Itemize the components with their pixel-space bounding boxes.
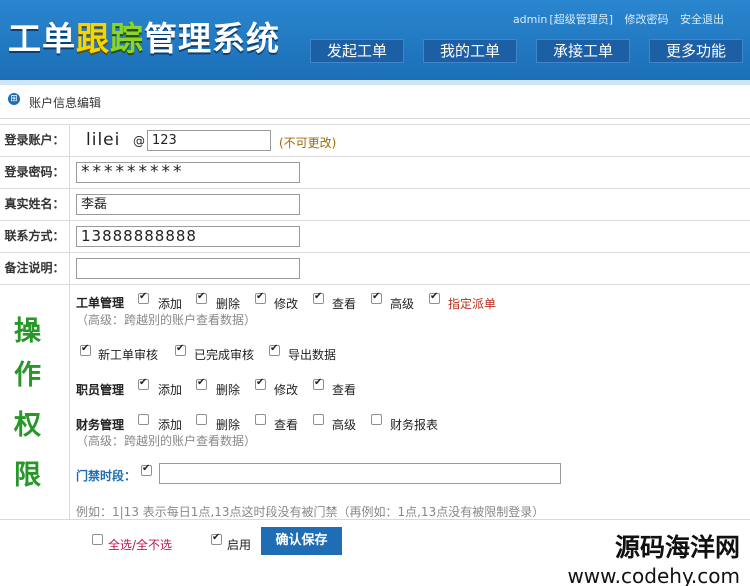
workorder-advanced-checkbox[interactable] xyxy=(371,291,382,304)
workorder-delete-label: 删除 xyxy=(216,297,241,311)
workorder-note: （高级：跨越别的账户查看数据） xyxy=(76,313,257,327)
finance-view-checkbox[interactable] xyxy=(255,414,266,425)
access-example: 例如：1|13 表示每日1点,13点这时段没有被门禁（再例如：1点,13点没有被… xyxy=(76,505,545,519)
workorder-edit-checkbox[interactable] xyxy=(255,291,266,304)
password-label: 登录密码： xyxy=(0,157,70,188)
access-title: 门禁时段： xyxy=(76,469,137,483)
logo-part: 管理系统 xyxy=(144,19,280,58)
account-prefix: lilei xyxy=(86,130,121,150)
staff-delete-label: 删除 xyxy=(216,383,241,397)
workorder-add-checkbox[interactable] xyxy=(138,291,149,304)
export-data-checkbox[interactable] xyxy=(269,343,280,356)
completed-review-label: 已完成审核 xyxy=(194,348,255,362)
workorder-advanced-label: 高级 xyxy=(390,297,415,311)
finance-title: 财务管理 xyxy=(76,418,125,432)
enable-checkbox[interactable] xyxy=(211,532,222,545)
workorder-add-label: 添加 xyxy=(158,297,183,311)
staff-view-label: 查看 xyxy=(332,383,357,397)
staff-edit-label: 修改 xyxy=(274,383,299,397)
workorder-view-label: 查看 xyxy=(332,297,357,311)
workorder-assign-label: 指定派单 xyxy=(448,297,497,311)
username: admin xyxy=(512,13,548,26)
realname-input[interactable]: 李磊 xyxy=(76,194,300,215)
row-account: 登录账户： lilei @ 123 (不可更改) xyxy=(0,124,750,156)
section-header: ⊞ 账户信息编辑 xyxy=(0,85,750,119)
nav-create-order[interactable]: 发起工单 xyxy=(310,39,404,63)
finance-view-label: 查看 xyxy=(274,418,299,432)
access-time-input[interactable] xyxy=(159,463,561,484)
finance-add-label: 添加 xyxy=(158,418,183,432)
nav-more[interactable]: 更多功能 xyxy=(649,39,743,63)
finance-report-checkbox[interactable] xyxy=(371,414,382,425)
workorder-edit-label: 修改 xyxy=(274,297,299,311)
user-role: [超级管理员] xyxy=(549,13,613,26)
row-remark: 备注说明： xyxy=(0,252,750,284)
section-title: 账户信息编辑 xyxy=(29,96,102,110)
logout-link[interactable]: 安全退出 xyxy=(680,13,724,26)
realname-label: 真实姓名： xyxy=(0,189,70,220)
permissions-label-char: 操 xyxy=(14,316,41,347)
permissions-label: 操 作 权 限 xyxy=(0,285,70,519)
workorder-title: 工单管理 xyxy=(76,296,125,310)
enable-label: 启用 xyxy=(227,538,252,552)
select-all-checkbox[interactable] xyxy=(92,534,103,545)
watermark-line1: 源码海洋网 xyxy=(614,533,740,562)
app-logo: 工单跟踪管理系统 xyxy=(8,16,280,62)
export-data-label: 导出数据 xyxy=(288,348,337,362)
staff-edit-checkbox[interactable] xyxy=(255,377,266,390)
logo-part: 跟 xyxy=(76,19,110,58)
user-info: admin [超级管理员] 修改密码 安全退出 xyxy=(505,11,724,27)
row-realname: 真实姓名： 李磊 xyxy=(0,188,750,220)
workorder-assign-checkbox[interactable] xyxy=(429,291,440,304)
staff-title: 职员管理 xyxy=(76,383,125,397)
staff-view-checkbox[interactable] xyxy=(313,377,324,390)
contact-input[interactable]: 13888888888 xyxy=(76,226,300,247)
finance-advanced-checkbox[interactable] xyxy=(313,414,324,425)
staff-add-checkbox[interactable] xyxy=(138,377,149,390)
workorder-delete-checkbox[interactable] xyxy=(196,291,207,304)
logo-part: 工单 xyxy=(8,19,76,58)
permissions-label-char: 限 xyxy=(14,460,41,491)
staff-delete-checkbox[interactable] xyxy=(196,377,207,390)
new-order-review-checkbox[interactable] xyxy=(80,343,91,356)
account-input[interactable]: 123 xyxy=(147,130,271,151)
at-sign: @ xyxy=(133,134,145,148)
permissions-label-char: 权 xyxy=(14,410,41,441)
grid-icon: ⊞ xyxy=(8,93,20,105)
access-checkbox[interactable] xyxy=(141,463,152,476)
change-password-link[interactable]: 修改密码 xyxy=(625,13,669,26)
finance-delete-label: 删除 xyxy=(216,418,241,432)
finance-advanced-label: 高级 xyxy=(332,418,357,432)
remark-label: 备注说明： xyxy=(0,253,70,284)
finance-note: （高级：跨越别的账户查看数据） xyxy=(76,434,257,448)
header: 工单跟踪管理系统 admin [超级管理员] 修改密码 安全退出 发起工单 我的工… xyxy=(0,0,750,80)
row-password: 登录密码： ********* xyxy=(0,156,750,188)
staff-add-label: 添加 xyxy=(158,383,183,397)
save-button[interactable]: 确认保存 xyxy=(261,527,342,555)
finance-add-checkbox[interactable] xyxy=(138,414,149,425)
completed-review-checkbox[interactable] xyxy=(175,343,186,356)
nav-my-orders[interactable]: 我的工单 xyxy=(423,39,517,63)
watermark-line2: www.codehy.com xyxy=(567,564,740,586)
contact-label: 联系方式： xyxy=(0,221,70,252)
permissions-label-char: 作 xyxy=(14,360,41,391)
watermark: 源码海洋网 www.codehy.com xyxy=(567,528,740,586)
logo-part: 踪 xyxy=(110,19,144,58)
account-label: 登录账户： xyxy=(0,125,70,156)
finance-delete-checkbox[interactable] xyxy=(196,414,207,425)
nav-accepted-orders[interactable]: 承接工单 xyxy=(536,39,630,63)
select-all-label[interactable]: 全选/全不选 xyxy=(108,536,172,553)
finance-report-label: 财务报表 xyxy=(390,418,439,432)
workorder-view-checkbox[interactable] xyxy=(313,291,324,304)
remark-input[interactable] xyxy=(76,258,300,279)
row-contact: 联系方式： 13888888888 xyxy=(0,220,750,252)
readonly-note: (不可更改) xyxy=(279,136,337,150)
new-order-review-label: 新工单审核 xyxy=(98,348,159,362)
password-input[interactable]: ********* xyxy=(76,162,300,183)
